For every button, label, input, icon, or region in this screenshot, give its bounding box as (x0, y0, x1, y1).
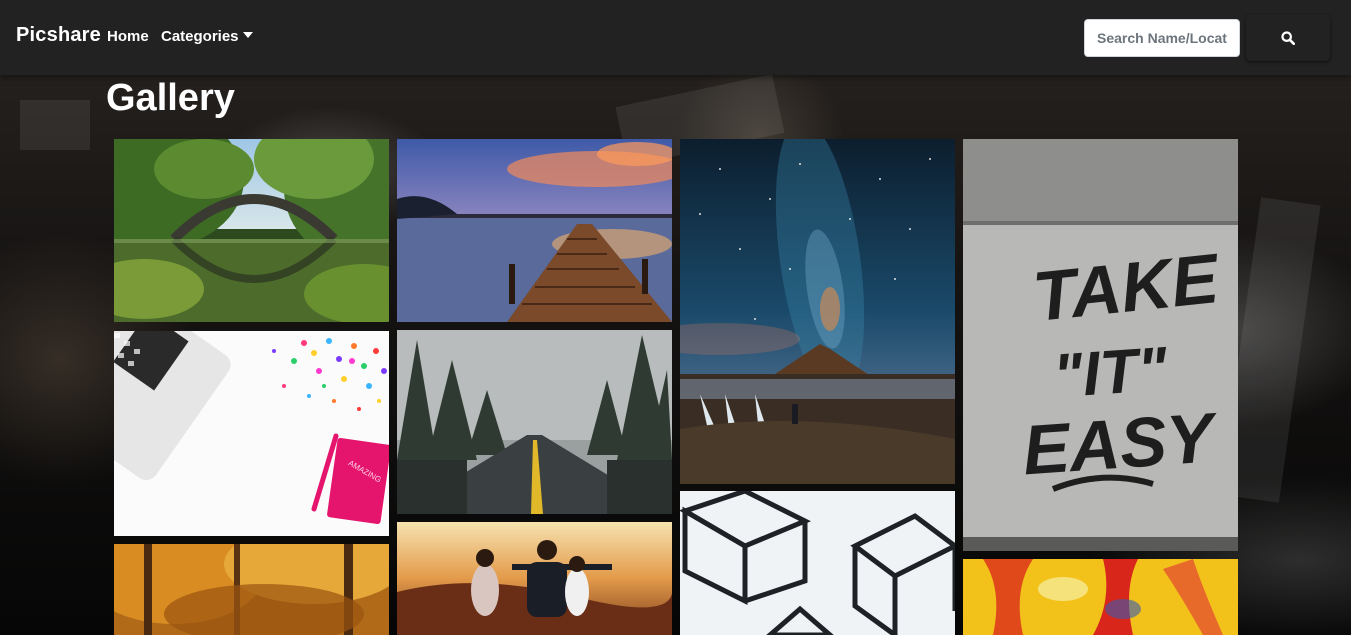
gallery-image-graffiti[interactable]: TAKE "IT" EASY (963, 139, 1238, 551)
autumn-forest-photo (114, 544, 389, 635)
navbar: Picshare Home Categories (0, 0, 1351, 75)
wire-cubes-photo (680, 491, 955, 635)
foggy-forest-road-photo (397, 330, 672, 514)
gallery-image-autumn[interactable] (114, 544, 389, 635)
laptop-confetti-notebook-photo: AMAZING (114, 331, 389, 536)
page-title: Gallery (106, 77, 235, 119)
wooden-pier-sunset-photo (397, 139, 672, 322)
bridge-reflection-photo (114, 139, 389, 322)
categories-label: Categories (161, 28, 239, 45)
search-button[interactable] (1246, 15, 1330, 61)
gallery-image-milkyway[interactable] (680, 139, 955, 484)
abstract-paint-photo (963, 559, 1238, 635)
search-icon (1281, 31, 1295, 45)
search-input[interactable] (1084, 19, 1240, 57)
friends-sunset-photo (397, 522, 672, 635)
nav-home-link[interactable]: Home (107, 28, 149, 45)
gallery-image-friends[interactable] (397, 522, 672, 635)
gallery-image-paint[interactable] (963, 559, 1238, 635)
brand-logo[interactable]: Picshare (16, 24, 101, 47)
milky-way-mountain-photo (680, 139, 955, 484)
graffiti-line-2: "IT" (1051, 335, 1171, 412)
gallery-image-bridge[interactable] (114, 139, 389, 322)
gallery-image-pier[interactable] (397, 139, 672, 322)
caret-down-icon (242, 32, 253, 38)
gallery-image-cubes[interactable] (680, 491, 955, 635)
nav-categories-dropdown[interactable]: Categories (161, 28, 253, 45)
gallery-image-laptop[interactable]: AMAZING (114, 331, 389, 536)
gallery-image-road[interactable] (397, 330, 672, 514)
take-it-easy-graffiti-photo: TAKE "IT" EASY (963, 139, 1238, 551)
